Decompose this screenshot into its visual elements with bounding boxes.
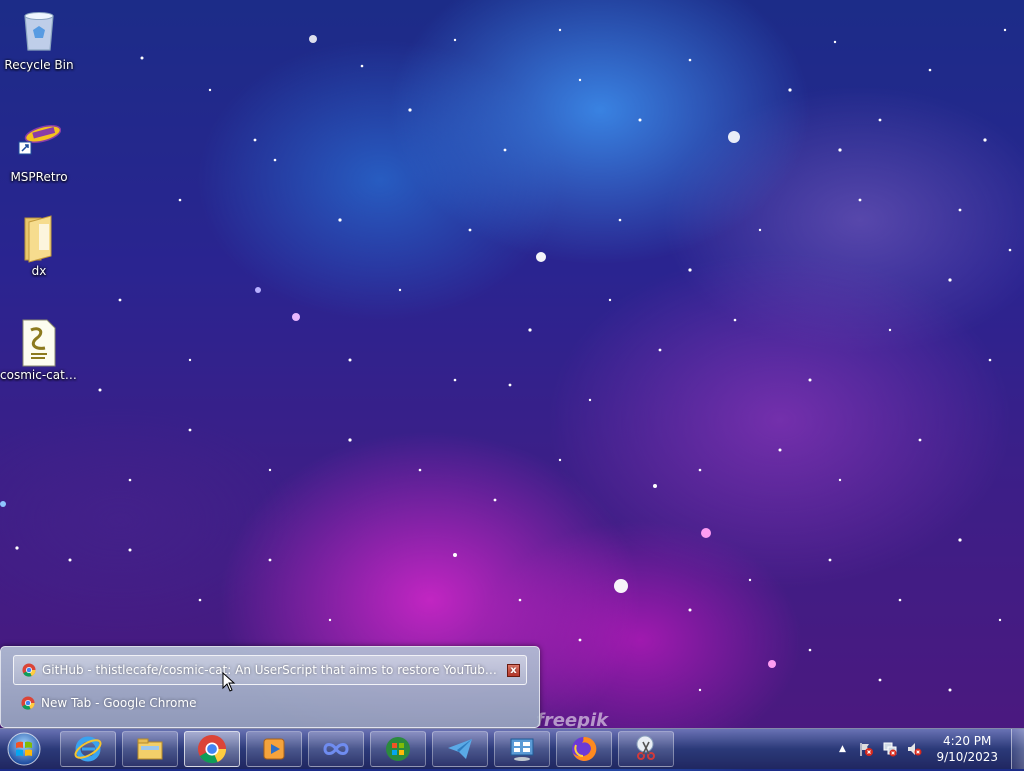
window-title: New Tab - Google Chrome xyxy=(41,696,197,710)
folder-icon xyxy=(17,214,61,263)
taskbar-button-google-chrome[interactable] xyxy=(184,731,240,767)
windows-logo-icon xyxy=(386,737,410,761)
chrome-thumbnail-popup: GitHub - thistlecafe/cosmic-cat: An User… xyxy=(0,646,540,728)
desktop-icon-label: dx xyxy=(31,264,47,278)
desktop[interactable]: Recycle Bin MSPRetro dx cosmic-cat.... f… xyxy=(0,0,1024,731)
taskbar-button-firefox[interactable] xyxy=(556,731,612,767)
taskbar-button-control-panel[interactable] xyxy=(494,731,550,767)
script-file-icon xyxy=(17,318,61,367)
taskbar-button-media-player[interactable] xyxy=(246,731,302,767)
desktop-icon-label: Recycle Bin xyxy=(4,58,74,72)
file-explorer-icon xyxy=(137,738,163,760)
internet-explorer-icon xyxy=(74,736,102,762)
taskbar-button-internet-explorer[interactable] xyxy=(60,731,116,767)
chrome-window-item-github[interactable]: GitHub - thistlecafe/cosmic-cat: An User… xyxy=(13,655,527,685)
desktop-icon-recycle-bin[interactable]: Recycle Bin xyxy=(0,8,78,72)
chrome-icon xyxy=(21,696,35,710)
system-tray: ▲ 4:20 PM 9/10/2023 xyxy=(830,729,998,769)
paper-plane-icon xyxy=(448,739,472,759)
desktop-icon-mspretro[interactable]: MSPRetro xyxy=(0,120,78,184)
mouse-cursor-icon xyxy=(222,672,236,692)
desktop-icon-cosmic-cat[interactable]: cosmic-cat.... xyxy=(0,318,78,382)
taskbar-button-infinity-app[interactable] xyxy=(308,731,364,767)
start-button[interactable] xyxy=(4,731,44,767)
taskbar-button-windows-app[interactable] xyxy=(370,731,426,767)
desktop-icon-label: cosmic-cat.... xyxy=(0,368,78,382)
control-panel-icon xyxy=(510,738,534,761)
close-window-button[interactable]: x xyxy=(507,663,520,677)
system-clock[interactable]: 4:20 PM 9/10/2023 xyxy=(936,733,998,765)
scissors-icon xyxy=(636,735,655,760)
taskbar: ▲ 4:20 PM 9/10/2023 xyxy=(0,728,1024,769)
show-hidden-icons-button[interactable]: ▲ xyxy=(834,741,850,757)
chrome-window-item-new-tab[interactable]: New Tab - Google Chrome xyxy=(13,688,527,718)
firefox-icon xyxy=(572,736,597,761)
show-desktop-button[interactable] xyxy=(1011,729,1024,769)
desktop-icon-dx[interactable]: dx xyxy=(0,214,78,278)
starfield-background xyxy=(0,28,1012,692)
chrome-icon xyxy=(22,663,36,677)
taskbar-button-file-explorer[interactable] xyxy=(122,731,178,767)
action-center-flag-icon[interactable] xyxy=(858,741,874,757)
taskbar-button-snipping-tool[interactable] xyxy=(618,731,674,767)
taskbar-button-telegram[interactable] xyxy=(432,731,488,767)
msp-retro-icon xyxy=(17,120,62,166)
clock-date: 9/10/2023 xyxy=(936,750,998,764)
clock-time: 4:20 PM xyxy=(943,734,992,748)
windows-orb-icon xyxy=(7,732,41,766)
volume-muted-icon[interactable] xyxy=(906,741,922,757)
network-icon[interactable] xyxy=(882,741,898,757)
window-title: GitHub - thistlecafe/cosmic-cat: An User… xyxy=(42,663,503,677)
recycle-bin-icon xyxy=(17,8,61,54)
media-player-icon xyxy=(263,738,285,760)
desktop-icon-label: MSPRetro xyxy=(10,170,68,184)
chrome-icon xyxy=(197,734,227,764)
infinity-icon xyxy=(323,743,349,755)
